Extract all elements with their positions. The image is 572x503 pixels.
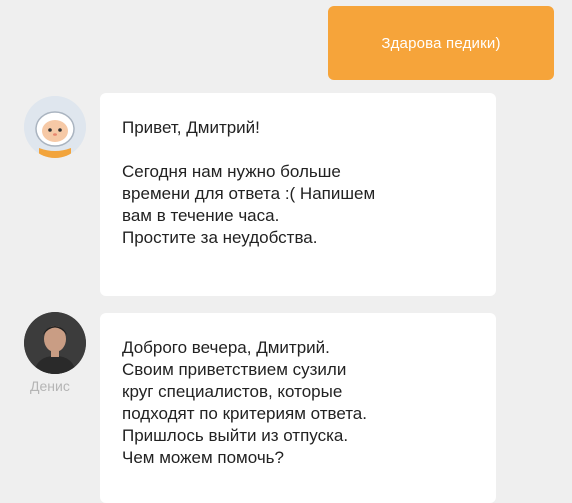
agent-message-line: Пришлось выйти из отпуска. [122,426,349,445]
agent-portrait-icon [24,312,86,374]
bot-message-line: Простите за неудобства. [122,228,318,247]
bot-message-line: Привет, Дмитрий! [122,118,260,137]
outgoing-message-bubble: Здарова педики) [328,6,554,80]
agent-message-line: Своим приветствием сузили [122,360,347,379]
agent-message-bubble: Доброго вечера, Дмитрий. Своим приветств… [100,313,496,503]
support-bot-avatar[interactable] [24,96,86,158]
bot-message-line: вам в течение часа. [122,206,280,225]
bot-message-line: Сегодня нам нужно больше [122,162,341,181]
agent-avatar[interactable] [24,312,86,374]
bot-message-bubble: Привет, Дмитрий! Сегодня нам нужно больш… [100,93,496,296]
agent-message-line: Чем можем помочь? [122,448,284,467]
agent-message-line: круг специалистов, которые [122,382,343,401]
agent-name: Денис [30,378,70,394]
cartoon-face-icon [24,96,86,158]
bot-message-line: времени для ответа :( Напишем [122,184,376,203]
outgoing-message-text: Здарова педики) [381,34,501,52]
agent-message-line: Доброго вечера, Дмитрий. [122,338,330,357]
agent-message-line: подходят по критериям ответа. [122,404,367,423]
bot-message-spacer [122,139,474,161]
